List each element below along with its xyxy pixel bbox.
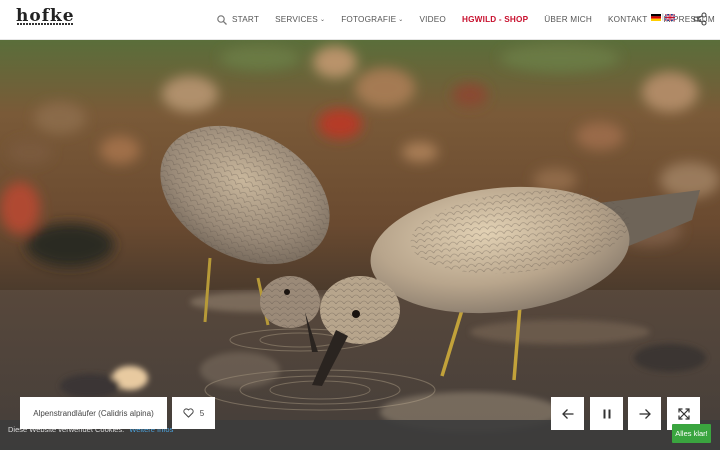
like-count: 5 bbox=[199, 408, 205, 418]
flag-en-icon[interactable] bbox=[664, 14, 675, 21]
nav-shop[interactable]: HGWILD - SHOP bbox=[462, 15, 528, 24]
previous-button[interactable] bbox=[551, 397, 584, 430]
pause-icon bbox=[603, 409, 610, 418]
language-switcher: | bbox=[651, 14, 675, 21]
site-header: hofke START SERVICES ⌄ FOTOGRAFIE ⌄ VIDEO … bbox=[0, 0, 720, 40]
arrow-left-icon bbox=[561, 408, 573, 419]
search-icon[interactable] bbox=[216, 14, 228, 26]
photo-caption-text: Alpenstrandläufer (Calidris alpina) bbox=[33, 408, 154, 418]
nav-video[interactable]: VIDEO bbox=[420, 15, 446, 24]
bird-photo-image bbox=[0, 40, 720, 450]
flag-separator: | bbox=[662, 14, 664, 21]
main-nav: START SERVICES ⌄ FOTOGRAFIE ⌄ VIDEO HGWILD… bbox=[216, 0, 720, 39]
cookie-accept-button[interactable]: Alles klar! bbox=[672, 424, 711, 443]
nav-fotografie-label: FOTOGRAFIE bbox=[341, 15, 397, 24]
pause-button[interactable] bbox=[590, 397, 623, 430]
nav-ueber-mich[interactable]: ÜBER MICH bbox=[544, 15, 592, 24]
nav-start[interactable]: START bbox=[232, 15, 259, 24]
flag-de-icon[interactable] bbox=[651, 14, 661, 21]
site-logo[interactable]: hofke bbox=[16, 8, 75, 25]
fullscreen-icon bbox=[677, 407, 690, 420]
share-icon[interactable] bbox=[693, 12, 707, 26]
nav-fotografie[interactable]: FOTOGRAFIE ⌄ bbox=[341, 15, 403, 24]
gallery-photo[interactable] bbox=[0, 40, 720, 450]
next-button[interactable] bbox=[628, 397, 661, 430]
nav-services[interactable]: SERVICES ⌄ bbox=[275, 15, 325, 24]
logo-underline bbox=[17, 23, 73, 25]
heart-icon bbox=[183, 408, 194, 418]
like-button[interactable]: 5 bbox=[172, 397, 215, 429]
arrow-right-icon bbox=[639, 408, 651, 419]
chevron-down-icon: ⌄ bbox=[319, 17, 326, 23]
chevron-down-icon: ⌄ bbox=[398, 17, 404, 23]
nav-kontakt[interactable]: KONTAKT bbox=[608, 15, 647, 24]
photo-caption: Alpenstrandläufer (Calidris alpina) bbox=[20, 397, 167, 429]
nav-services-label: SERVICES bbox=[275, 15, 318, 24]
